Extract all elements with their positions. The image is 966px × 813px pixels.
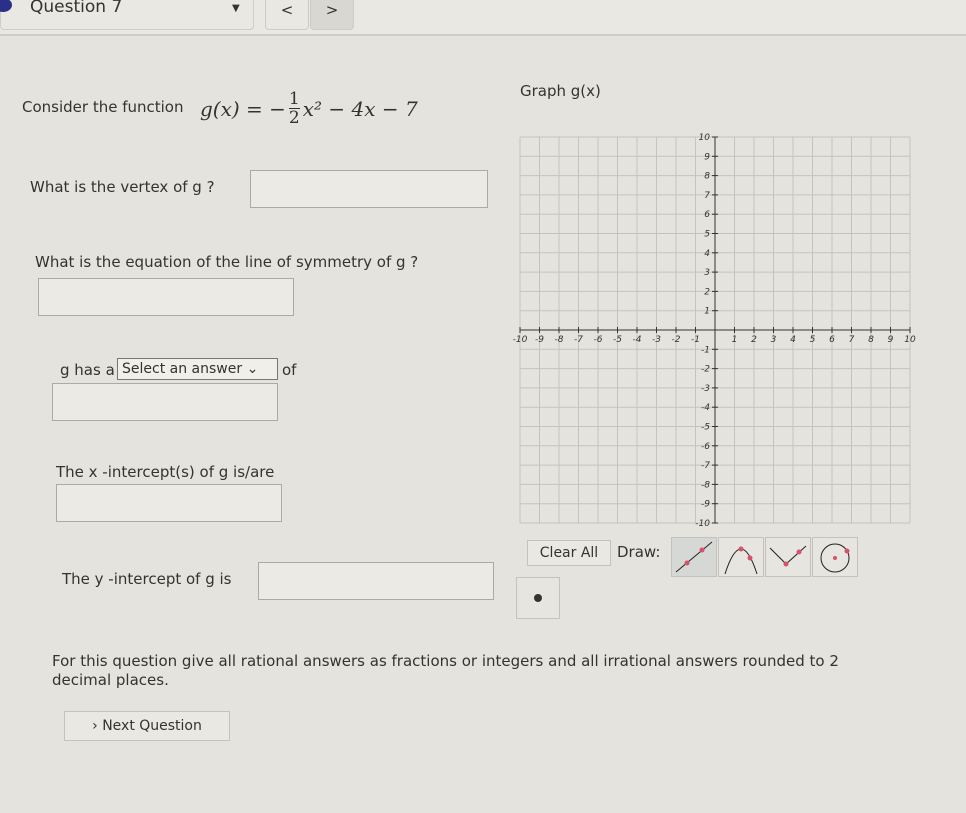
x-intercept-input[interactable] [56, 484, 282, 522]
y-tick-label: 5 [704, 230, 710, 240]
y-tick-label: -5 [701, 423, 710, 433]
x-tick-label: -9 [535, 335, 544, 345]
x-tick-label: 3 [771, 335, 777, 345]
x-tick-label: 1 [732, 335, 738, 345]
absolute-value-tool-icon[interactable] [765, 537, 811, 577]
of-label: of [282, 361, 297, 379]
x-tick-label: -7 [574, 335, 583, 345]
y-tick-label: -1 [701, 345, 710, 355]
y-tick-label: -2 [701, 365, 710, 375]
fn-den: 2 [288, 108, 300, 128]
top-bar: Question 7 ▼ < > [0, 0, 966, 36]
x-tick-label: 8 [868, 335, 874, 345]
x-tick-label: 5 [810, 335, 816, 345]
draw-label: Draw: [617, 543, 661, 561]
y-intercept-input[interactable] [258, 562, 494, 600]
clear-all-button[interactable]: Clear All [527, 540, 611, 566]
circle-tool-icon[interactable] [812, 537, 858, 577]
y-tick-label: 4 [704, 249, 710, 259]
symmetry-prompt: What is the equation of the line of symm… [35, 253, 419, 271]
x-tick-label: -3 [652, 335, 661, 345]
symmetry-input[interactable] [38, 278, 294, 316]
instructions: For this question give all rational answ… [52, 652, 839, 689]
x-tick-label: -8 [555, 335, 564, 345]
x-intercept-prompt: The x -intercept(s) of g is/are [56, 463, 275, 481]
dropdown-caret-icon[interactable]: ▼ [232, 3, 240, 14]
point-tool-icon[interactable] [516, 577, 560, 619]
y-intercept-prompt: The y -intercept of g is [62, 570, 232, 588]
fn-num: 1 [288, 89, 300, 109]
y-tick-label: -10 [695, 519, 710, 529]
max-min-select[interactable]: Select an answer ⌄ [117, 358, 278, 380]
y-tick-label: 2 [704, 287, 710, 297]
y-tick-label: -3 [701, 384, 710, 394]
fraction: 12 [288, 89, 300, 128]
next-question-label: Next Question [102, 718, 202, 734]
x-tick-label: -2 [672, 335, 681, 345]
function-expression: g(x) = − 12 x² − 4x − 7 [200, 90, 418, 127]
x-tick-label: 2 [751, 335, 757, 345]
y-tick-label: -8 [701, 480, 710, 490]
y-tick-label: 6 [704, 210, 710, 220]
intro-text: Consider the function [22, 98, 184, 116]
x-tick-label: -6 [594, 335, 603, 345]
y-tick-label: 1 [704, 307, 710, 317]
graph-title: Graph g(x) [520, 82, 601, 100]
next-arrow-button[interactable]: > [310, 0, 354, 30]
x-tick-label: 6 [829, 335, 835, 345]
y-tick-label: 8 [704, 172, 710, 182]
x-tick-label: 10 [904, 335, 916, 345]
vertex-input[interactable] [250, 170, 488, 208]
y-tick-label: -9 [701, 500, 710, 510]
x-tick-label: -4 [633, 335, 642, 345]
x-tick-label: 9 [888, 335, 894, 345]
vertex-prompt: What is the vertex of g ? [30, 178, 215, 196]
fn-rhs: x² − 4x − 7 [302, 96, 418, 121]
next-question-button[interactable]: › Next Question [64, 711, 230, 741]
fn-lhs: g(x) = − [200, 96, 286, 121]
x-tick-label: -10 [513, 335, 528, 345]
y-tick-label: 9 [704, 152, 710, 162]
x-tick-label: 4 [790, 335, 796, 345]
select-value: Select an answer [122, 361, 243, 377]
parabola-tool-icon[interactable] [718, 537, 764, 577]
chevron-down-icon: ⌄ [246, 361, 259, 377]
y-tick-label: 10 [699, 133, 711, 143]
x-tick-label: -1 [691, 335, 700, 345]
prev-question-button[interactable]: < [265, 0, 309, 30]
y-tick-label: -4 [701, 403, 710, 413]
y-tick-label: 3 [704, 268, 710, 278]
y-tick-label: -6 [701, 442, 710, 452]
max-min-input[interactable] [52, 383, 278, 421]
x-tick-label: 7 [849, 335, 855, 345]
question-label: Question 7 [30, 0, 123, 17]
y-tick-label: 7 [704, 191, 710, 201]
x-tick-label: -5 [613, 335, 622, 345]
line-tool-icon[interactable] [671, 537, 717, 577]
y-tick-label: -7 [701, 461, 710, 471]
graph-canvas[interactable]: -10 -9 -8 -7 -6 -5 -4 -3 -2 -1 1 2 3 4 5 6 7 8 9 10-10-9-8-… [510, 125, 930, 530]
g-has-a-label: g has a [60, 361, 115, 379]
